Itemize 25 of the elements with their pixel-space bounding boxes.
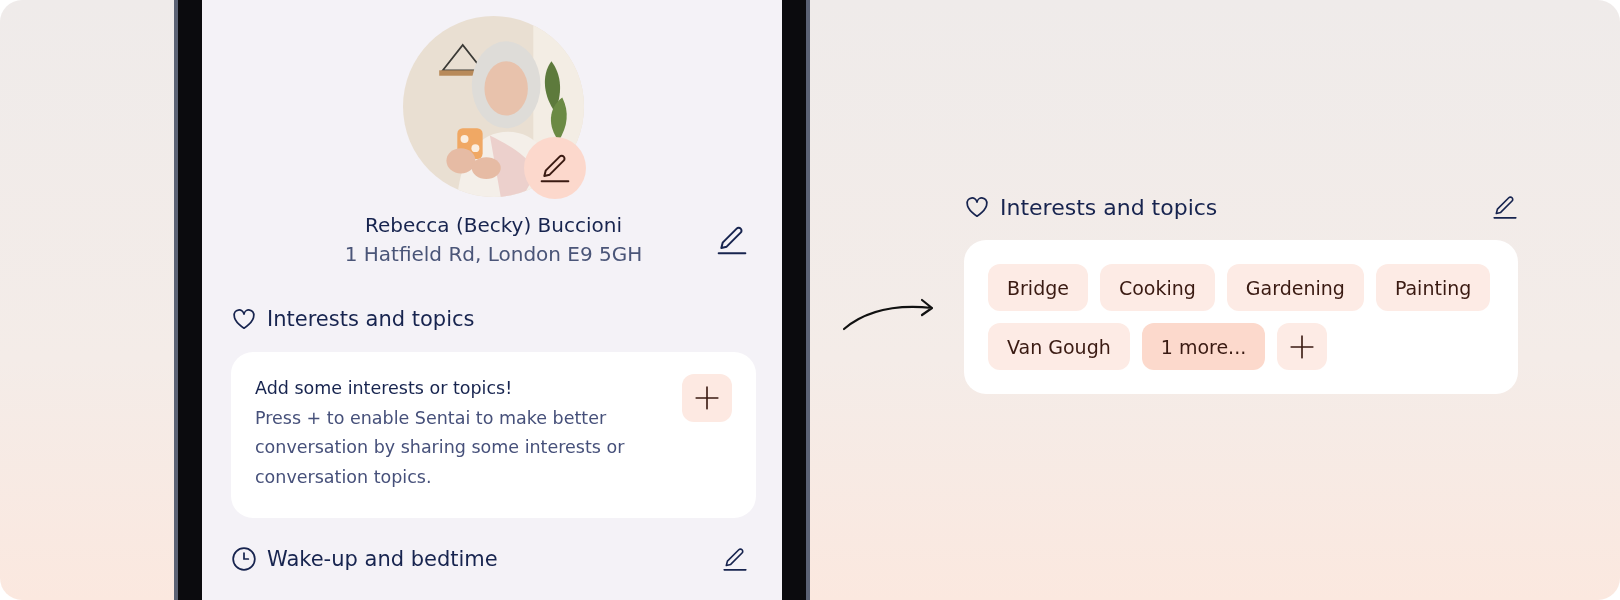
clock-icon [231, 546, 257, 572]
plus-icon [1289, 333, 1316, 360]
interest-chip[interactable]: Painting [1375, 264, 1491, 311]
more-chip[interactable]: 1 more... [1141, 323, 1266, 370]
edit-interests-button[interactable] [1492, 194, 1518, 220]
section-title: Interests and topics [1000, 194, 1219, 220]
pencil-icon [722, 546, 748, 572]
section-title: Interests and topics [267, 307, 475, 331]
interest-chip[interactable]: Cooking [1099, 264, 1215, 311]
pencil-icon [539, 152, 571, 184]
interest-chip[interactable]: Van Gough [988, 323, 1130, 370]
section-title: Wake-up and bedtime [267, 547, 499, 571]
empty-state-text: Press + to enable Sentai to make better conversation by sharing some interests or conversation topics. [255, 406, 626, 489]
heart-icon [964, 194, 990, 220]
heart-icon [231, 306, 257, 332]
interest-chip[interactable]: Bridge [988, 264, 1088, 311]
interest-chip[interactable]: Gardening [1226, 264, 1364, 311]
edit-schedule-button[interactable] [722, 546, 748, 572]
empty-state-title: Add some interests or topics! [255, 377, 514, 400]
plus-icon [694, 385, 720, 411]
profile-name: Rebecca (Becky) Buccioni [364, 213, 623, 237]
profile-address: 1 Hatfield Rd, London E9 5GH [344, 242, 643, 266]
add-interest-button[interactable] [1277, 323, 1328, 370]
add-interest-button[interactable] [682, 374, 732, 422]
pencil-icon [1492, 194, 1518, 220]
